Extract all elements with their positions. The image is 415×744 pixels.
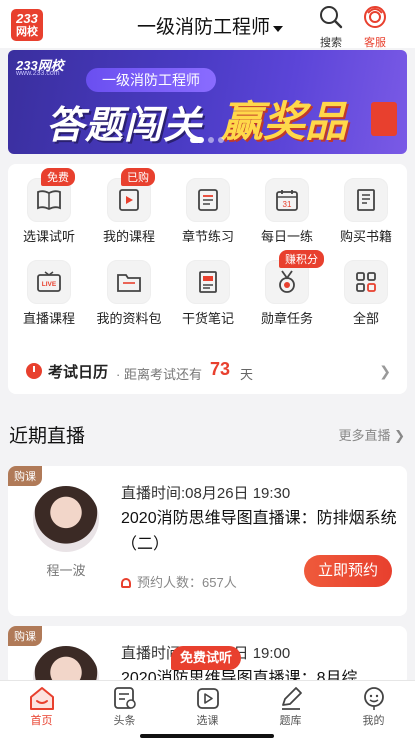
search-button[interactable]: 搜索 — [311, 4, 351, 50]
exam-calendar-row[interactable]: 考试日历 · 距离考试还有 73 天 ❯ — [8, 354, 407, 390]
grid-label: 我的资料包 — [96, 311, 162, 326]
tab-courses[interactable]: 选课 — [166, 681, 249, 728]
section-title-recent-live: 近期直播 — [9, 426, 86, 447]
tab-home[interactable]: 首页 — [0, 681, 83, 728]
exam-countdown-prefix: · 距离考试还有 — [116, 367, 202, 382]
carousel-dot[interactable] — [190, 137, 204, 143]
carousel-dot[interactable] — [208, 137, 214, 143]
grid-label: 我的课程 — [102, 229, 155, 244]
more-live-label: 更多直播 — [338, 428, 391, 443]
booking-count: 预约人数：657人 — [121, 572, 237, 591]
teacher-avatar — [33, 486, 99, 552]
exam-days-count: 73 — [210, 359, 231, 379]
grid-label: 干货笔记 — [181, 311, 234, 326]
tab-news[interactable]: 头条 — [83, 681, 166, 728]
app-logo: 233 网校 — [11, 9, 43, 41]
chevron-right-icon: ❯ — [394, 428, 405, 443]
badge-earn-points: 赚积分 — [279, 250, 324, 268]
calendar-number: 31 — [283, 200, 292, 209]
booking-count-text: 预约人数：657人 — [137, 575, 237, 590]
grid-item-daily-practice[interactable]: 31 每日一练 — [248, 178, 326, 245]
tab-label: 头条 — [113, 715, 136, 727]
grid-item-chapter-practice[interactable]: 章节练习 — [169, 178, 247, 245]
page-title: 一级消防工程师 — [136, 17, 270, 38]
live-time: 直播时间:08月26日 19:30 — [121, 485, 291, 502]
top-header: 233 网校 一级消防工程师 搜索 客服 — [0, 0, 415, 50]
headset-icon — [364, 6, 386, 28]
banner-headline-b: 赢奖品 — [221, 98, 348, 145]
grid-icon — [344, 260, 388, 304]
grid-item-live-courses[interactable]: LIVE 直播课程 — [10, 260, 88, 327]
folder-icon — [107, 260, 151, 304]
live-card[interactable]: 购课 程一波 直播时间:08月26日 19:30 2020消防思维导图直播课：防… — [8, 466, 407, 616]
list-doc-icon — [186, 178, 230, 222]
grid-label: 每日一练 — [260, 229, 313, 244]
caret-down-icon — [273, 25, 283, 32]
exam-days-unit: 天 — [240, 367, 254, 382]
books-icon — [344, 178, 388, 222]
grid-item-buy-books[interactable]: 购买书籍 — [327, 178, 405, 245]
pencil-icon — [281, 687, 302, 710]
live-title: 2020消防思维导图直播课：防排烟系统（二） — [121, 510, 397, 553]
carousel-dot[interactable] — [218, 137, 224, 143]
free-trial-badge[interactable]: 免费试听 — [171, 646, 242, 670]
person-icon — [121, 578, 131, 588]
carousel-dots — [188, 130, 226, 148]
search-label: 搜索 — [320, 37, 342, 49]
calendar-icon: 31 — [265, 178, 309, 222]
banner-pill: 一级消防工程师 — [86, 68, 216, 92]
tab-label: 我的 — [362, 715, 385, 727]
clock-icon — [26, 363, 42, 379]
notes-icon — [186, 260, 230, 304]
banner-site: www.233.com — [16, 70, 60, 77]
exam-selector[interactable]: 一级消防工程师 — [125, 12, 295, 39]
home-indicator — [140, 734, 274, 738]
logo-number: 233 — [16, 11, 38, 26]
banner-headline-a: 答题闯关 — [46, 105, 203, 147]
grid-label: 选课试听 — [22, 229, 75, 244]
news-icon — [113, 687, 136, 709]
reserve-button[interactable]: 立即预约 — [304, 555, 392, 587]
course-play-icon — [196, 688, 219, 709]
tab-profile[interactable]: 我的 — [332, 681, 415, 728]
logo-text: 网校 — [16, 26, 38, 38]
tab-label: 题库 — [279, 715, 302, 727]
home-icon — [29, 687, 54, 710]
gift-box-icon — [371, 102, 397, 136]
grid-item-study-notes[interactable]: 干货笔记 — [169, 260, 247, 327]
bottom-tab-bar: 首页 头条 选课 题库 我的 — [0, 680, 415, 744]
teacher-name: 程一波 — [46, 563, 86, 578]
grid-label: 勋章任务 — [260, 311, 313, 326]
live-label: LIVE — [42, 281, 57, 288]
grid-label: 直播课程 — [22, 311, 75, 326]
grid-item-my-courses[interactable]: 已购 我的课程 — [90, 168, 168, 245]
grid-item-my-materials[interactable]: 我的资料包 — [90, 260, 168, 327]
course-tag: 购课 — [8, 626, 42, 646]
grid-label: 购买书籍 — [339, 229, 392, 244]
grid-item-all[interactable]: 全部 — [327, 260, 405, 327]
badge-free: 免费 — [41, 168, 75, 186]
badge-purchased: 已购 — [121, 168, 155, 186]
tab-label: 首页 — [30, 715, 53, 727]
exam-calendar-title: 考试日历 — [48, 364, 109, 381]
chevron-right-icon: ❯ — [379, 363, 391, 379]
tab-question-bank[interactable]: 题库 — [249, 681, 332, 728]
service-label: 客服 — [364, 37, 386, 49]
grid-item-medal-tasks[interactable]: 赚积分 勋章任务 — [248, 250, 326, 327]
course-tag: 购课 — [8, 466, 42, 486]
customer-service-button[interactable]: 客服 — [355, 4, 395, 50]
promo-banner[interactable]: 233网校 www.233.com 一级消防工程师 答题闯关 赢奖品 — [8, 50, 407, 154]
live-tv-icon: LIVE — [27, 260, 71, 304]
tab-label: 选课 — [196, 715, 219, 727]
profile-icon — [363, 687, 384, 710]
grid-label: 全部 — [352, 311, 379, 326]
grid-label: 章节练习 — [181, 229, 234, 244]
search-icon — [320, 6, 343, 29]
grid-item-trial-courses[interactable]: 免费 选课试听 — [10, 168, 88, 245]
function-grid: 免费 选课试听 已购 我的课程 章节练习 31 每日一练 购买书籍 LIVE 直… — [8, 164, 407, 394]
more-live-link[interactable]: 更多直播 ❯ — [338, 425, 405, 444]
